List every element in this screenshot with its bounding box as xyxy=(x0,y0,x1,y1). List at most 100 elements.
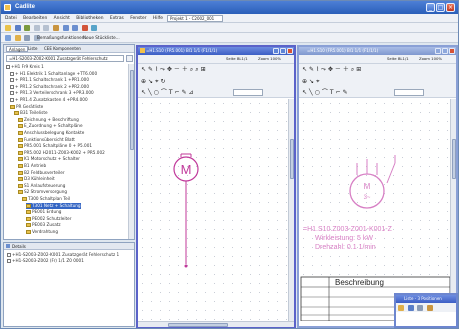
tree-item[interactable]: Verdrahtung xyxy=(26,229,58,235)
zoom-out-icon[interactable]: － xyxy=(335,66,343,73)
circle-icon[interactable]: ○ xyxy=(154,89,161,96)
tree-item[interactable]: + PR1.1 Schaltschrank 1 +PR1.000 xyxy=(10,77,89,83)
tree-item[interactable]: PE001 Erdung xyxy=(26,209,61,215)
connect-icon[interactable]: ⤳ xyxy=(321,66,328,73)
tree-item[interactable]: + PR1.3 Verteilerschrank 3 +PR3.000 xyxy=(10,90,94,96)
details-row[interactable]: +H1-S2003-Z002 (Fr) 1/1 Z0 0001 xyxy=(7,258,84,264)
tree-item[interactable]: B1 Antrieb xyxy=(18,163,46,169)
select-icon[interactable]: ↖ xyxy=(141,89,148,96)
tree-item[interactable]: + PR1.2 Schaltschrank 2 +PR2.000 xyxy=(10,84,89,90)
tree-item[interactable]: E_Zuordnung + Schaltpläne xyxy=(18,123,83,129)
select-icon[interactable]: ↖ xyxy=(302,89,309,96)
tree-item[interactable]: PR Gerätliste xyxy=(10,104,43,110)
canvas2-vscroll[interactable] xyxy=(450,99,456,321)
menu-hilfe[interactable]: Hilfe xyxy=(153,16,163,21)
move-icon[interactable]: ✥ xyxy=(328,66,335,73)
tree-item[interactable]: S1 Anlaufsteuerung xyxy=(18,183,65,189)
expand-icon[interactable] xyxy=(10,84,14,89)
tree-item[interactable]: PE002 Schutzleiter xyxy=(26,216,71,222)
expand-icon[interactable] xyxy=(10,91,14,96)
expand-icon[interactable] xyxy=(10,71,14,76)
link-icon[interactable]: ↘ xyxy=(309,78,316,85)
motor-symbol-1[interactable]: M xyxy=(138,99,288,321)
anchor-icon[interactable]: ⌖ xyxy=(316,78,321,85)
zoom-label[interactable]: Zoom 100% xyxy=(258,56,281,61)
draw-icon[interactable]: ✎ xyxy=(182,89,189,96)
measure-icon[interactable]: ⊿ xyxy=(189,89,196,96)
dimension-functions-button[interactable]: Bemaßungsfunktionen... xyxy=(37,33,88,43)
help-icon[interactable] xyxy=(91,25,98,31)
canvas1-hscroll[interactable] xyxy=(138,321,294,327)
pen-icon[interactable]: ✎ xyxy=(309,66,316,73)
save-icon[interactable] xyxy=(14,25,21,31)
window2-close-button[interactable] xyxy=(449,48,455,54)
cut-icon[interactable] xyxy=(33,25,40,31)
layer-select[interactable] xyxy=(394,89,424,96)
expand-icon[interactable] xyxy=(10,98,14,102)
move-icon[interactable]: ✥ xyxy=(167,66,174,73)
window1-minimize-button[interactable] xyxy=(273,48,279,54)
copy-icon[interactable] xyxy=(43,25,50,31)
rotate-icon[interactable]: ↻ xyxy=(160,78,167,85)
save-icon[interactable] xyxy=(407,305,414,311)
tree-item[interactable]: PR5.002 H2011-Z003-K002 + PR5.002 xyxy=(18,150,105,156)
menu-bibliotheken[interactable]: Bibliotheken xyxy=(76,16,103,21)
pen-icon[interactable]: ✎ xyxy=(148,66,155,73)
tab-liste[interactable]: Liste xyxy=(26,46,39,52)
maximize-button[interactable]: □ xyxy=(436,3,445,12)
delete-icon[interactable] xyxy=(81,25,88,31)
window1-maximize-button[interactable] xyxy=(280,48,286,54)
symbol-icon[interactable]: ⊕ xyxy=(302,78,309,85)
zoom-label[interactable]: Zoom 100% xyxy=(419,56,442,61)
print-icon[interactable] xyxy=(24,25,31,31)
filter-icon[interactable] xyxy=(126,55,133,62)
tree-item[interactable]: S2 Stromversorgung xyxy=(18,189,67,195)
close-button[interactable]: × xyxy=(446,3,455,12)
motor-symbol-2[interactable]: M 3~ =H1.S10.Z003-Z001-K001-Z Wirkleistu… xyxy=(299,99,450,321)
tree-item[interactable]: D3 Kühleinheit xyxy=(18,176,55,182)
wire-icon[interactable]: ⌐ xyxy=(175,89,182,96)
tree-scrollbar[interactable] xyxy=(128,64,134,239)
open-icon[interactable] xyxy=(398,305,404,311)
menu-fenster[interactable]: Fenster xyxy=(130,16,146,21)
tree-item[interactable]: +H1 Fr9 Kreis 1 xyxy=(6,64,44,70)
pointer-icon[interactable]: ↖ xyxy=(141,66,148,73)
redo-icon[interactable] xyxy=(72,25,79,31)
menu-ansicht[interactable]: Ansicht xyxy=(54,16,70,21)
circle-icon[interactable]: ○ xyxy=(315,89,322,96)
tree-item[interactable]: B2 Feldbusverteiler xyxy=(18,170,65,176)
window1-close-button[interactable] xyxy=(287,48,293,54)
paste-icon[interactable] xyxy=(52,25,59,31)
window2-maximize-button[interactable] xyxy=(442,48,448,54)
tree-item[interactable]: Zeichnung + Beschriftung xyxy=(18,117,79,123)
minimize-button[interactable]: _ xyxy=(426,3,435,12)
tree-item[interactable]: PR5.001 Schaltpläne 0 + P5.001 xyxy=(18,143,92,149)
grid-icon[interactable]: ⊞ xyxy=(201,66,208,73)
connect-icon[interactable]: ⤳ xyxy=(160,66,167,73)
expand-icon[interactable] xyxy=(6,65,10,69)
project-select[interactable]: Projekt 1 - C2002_001 xyxy=(167,15,223,22)
arc-icon[interactable]: ⌒ xyxy=(322,89,330,96)
grid-icon[interactable]: ⊞ xyxy=(356,66,363,73)
print-icon[interactable] xyxy=(417,305,424,311)
tree-item[interactable]: T300 Schaltplan Teil xyxy=(22,196,70,202)
tree-item[interactable]: Anschlussbelegung Kontakte xyxy=(18,130,84,136)
tree-item[interactable]: T301 Netz + Schaltung xyxy=(26,202,81,209)
new-parts-list-button[interactable]: Neue Stückliste... xyxy=(83,33,120,43)
zoom-in-icon[interactable]: ＋ xyxy=(182,66,190,73)
tab-komponenten[interactable]: CEE Komponenten xyxy=(42,46,83,52)
edit-icon[interactable] xyxy=(426,305,433,311)
tree-item[interactable]: Funktionsübersicht Blatt xyxy=(18,137,75,143)
menu-datei[interactable]: Datei xyxy=(5,16,17,21)
wire-icon[interactable]: ⌐ xyxy=(336,89,343,96)
expand-icon[interactable] xyxy=(10,78,14,83)
menu-bearbeiten[interactable]: Bearbeiten xyxy=(23,16,47,21)
tree-item[interactable]: + H1 Elektrik 1 Schaltanlage +TT6.000 xyxy=(10,71,97,77)
link-icon[interactable]: ↘ xyxy=(148,78,155,85)
menu-extras[interactable]: Extras xyxy=(110,16,124,21)
window2-minimize-button[interactable] xyxy=(435,48,441,54)
list-icon[interactable] xyxy=(24,35,31,41)
schematic-canvas-1[interactable]: M xyxy=(138,99,288,321)
zoom-out-icon[interactable]: － xyxy=(174,66,182,73)
folder-icon[interactable] xyxy=(14,35,21,41)
